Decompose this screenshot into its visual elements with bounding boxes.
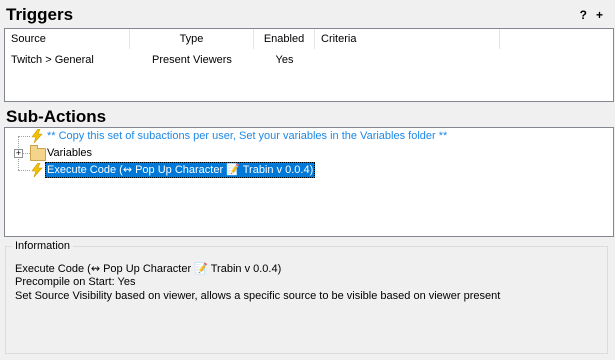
triggers-list[interactable]: Source Type Enabled Criteria Twitch > Ge… — [4, 28, 614, 102]
tree-item-label-selected: Execute Code (↭ Pop Up Character 📝 Trabi… — [45, 162, 316, 178]
tree-item-label: ** Copy this set of subactions per user,… — [47, 130, 448, 142]
add-trigger-button[interactable]: + — [596, 8, 603, 22]
info-line-description: Set Source Visibility based on viewer, a… — [15, 290, 501, 302]
subactions-title: Sub-Actions — [6, 107, 107, 126]
tree-connector — [23, 153, 30, 154]
info-line-title: Execute Code (↭ Pop Up Character 📝 Trabi… — [15, 263, 282, 275]
subactions-header: Sub-Actions — [6, 107, 609, 129]
tree-connector — [18, 170, 30, 171]
column-header-source[interactable]: Source — [5, 29, 130, 49]
triggers-title: Triggers — [6, 5, 74, 24]
info-line-precompile: Precompile on Start: Yes — [15, 276, 136, 288]
trigger-source-cell: Twitch > General — [11, 54, 94, 66]
tree-item-label: Variables — [47, 147, 93, 159]
information-panel: Information Execute Code (↭ Pop Up Chara… — [5, 240, 608, 354]
help-button[interactable]: ? — [580, 8, 587, 22]
lightning-icon — [31, 129, 43, 143]
lightning-icon — [31, 163, 43, 177]
column-header-criteria[interactable]: Criteria — [315, 29, 500, 49]
folder-icon — [30, 145, 46, 161]
trigger-type-cell: Present Viewers — [152, 54, 232, 66]
tree-connector — [18, 136, 30, 137]
column-header-enabled[interactable]: Enabled — [254, 29, 315, 49]
column-header-type[interactable]: Type — [130, 29, 254, 49]
expand-toggle[interactable]: + — [14, 149, 23, 158]
subactions-tree[interactable]: ** Copy this set of subactions per user,… — [4, 127, 614, 237]
information-legend: Information — [12, 240, 74, 252]
triggers-header: Triggers ? + — [6, 5, 609, 27]
trigger-enabled-cell: Yes — [275, 54, 294, 66]
